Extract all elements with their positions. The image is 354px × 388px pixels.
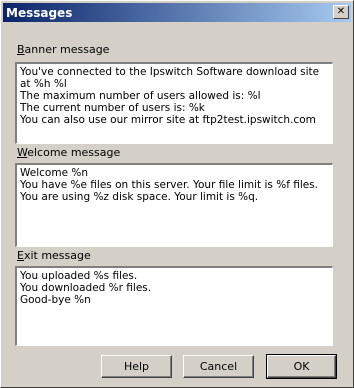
banner-line: The current number of users is: %k	[20, 102, 205, 114]
welcome-line: Welcome %n	[20, 167, 88, 179]
window-title: Messages	[6, 6, 73, 20]
title-bar[interactable]: Messages ✕	[3, 3, 351, 22]
banner-label-accel: B	[17, 43, 25, 56]
banner-message-textbox[interactable]: You've connected to the Ipswitch Softwar…	[15, 62, 333, 144]
welcome-message-label: Welcome message	[17, 146, 120, 159]
exit-line: You uploaded %s files.	[20, 270, 138, 282]
close-icon[interactable]: ✕	[333, 5, 349, 19]
welcome-label-accel: W	[17, 146, 28, 159]
welcome-line: You have %e files on this server. Your f…	[20, 179, 319, 191]
exit-message-label: Exit message	[17, 249, 91, 262]
exit-label-rest: xit message	[23, 249, 91, 262]
banner-line: You can also use our mirror site at ftp2…	[20, 114, 316, 126]
banner-line: at %h %l	[20, 78, 67, 90]
exit-line: You downloaded %r files.	[20, 282, 152, 294]
exit-line: Good-bye %n	[20, 294, 91, 306]
messages-dialog: Messages ✕ Banner message You've connect…	[0, 0, 354, 388]
ok-button[interactable]: OK	[266, 354, 337, 379]
cancel-button[interactable]: Cancel	[183, 355, 254, 378]
exit-label-accel: E	[17, 249, 24, 262]
banner-message-label: Banner message	[17, 43, 109, 56]
help-button[interactable]: Help	[101, 355, 172, 378]
welcome-line: You are using %z disk space. Your limit …	[20, 191, 259, 203]
banner-line: The maximum number of users allowed is: …	[20, 90, 261, 102]
banner-line: You've connected to the Ipswitch Softwar…	[20, 66, 320, 78]
exit-message-textbox[interactable]: You uploaded %s files. You downloaded %r…	[15, 266, 333, 346]
welcome-label-rest: elcome message	[27, 146, 121, 159]
banner-label-rest: anner message	[24, 43, 110, 56]
welcome-message-textbox[interactable]: Welcome %n You have %e files on this ser…	[15, 163, 333, 247]
